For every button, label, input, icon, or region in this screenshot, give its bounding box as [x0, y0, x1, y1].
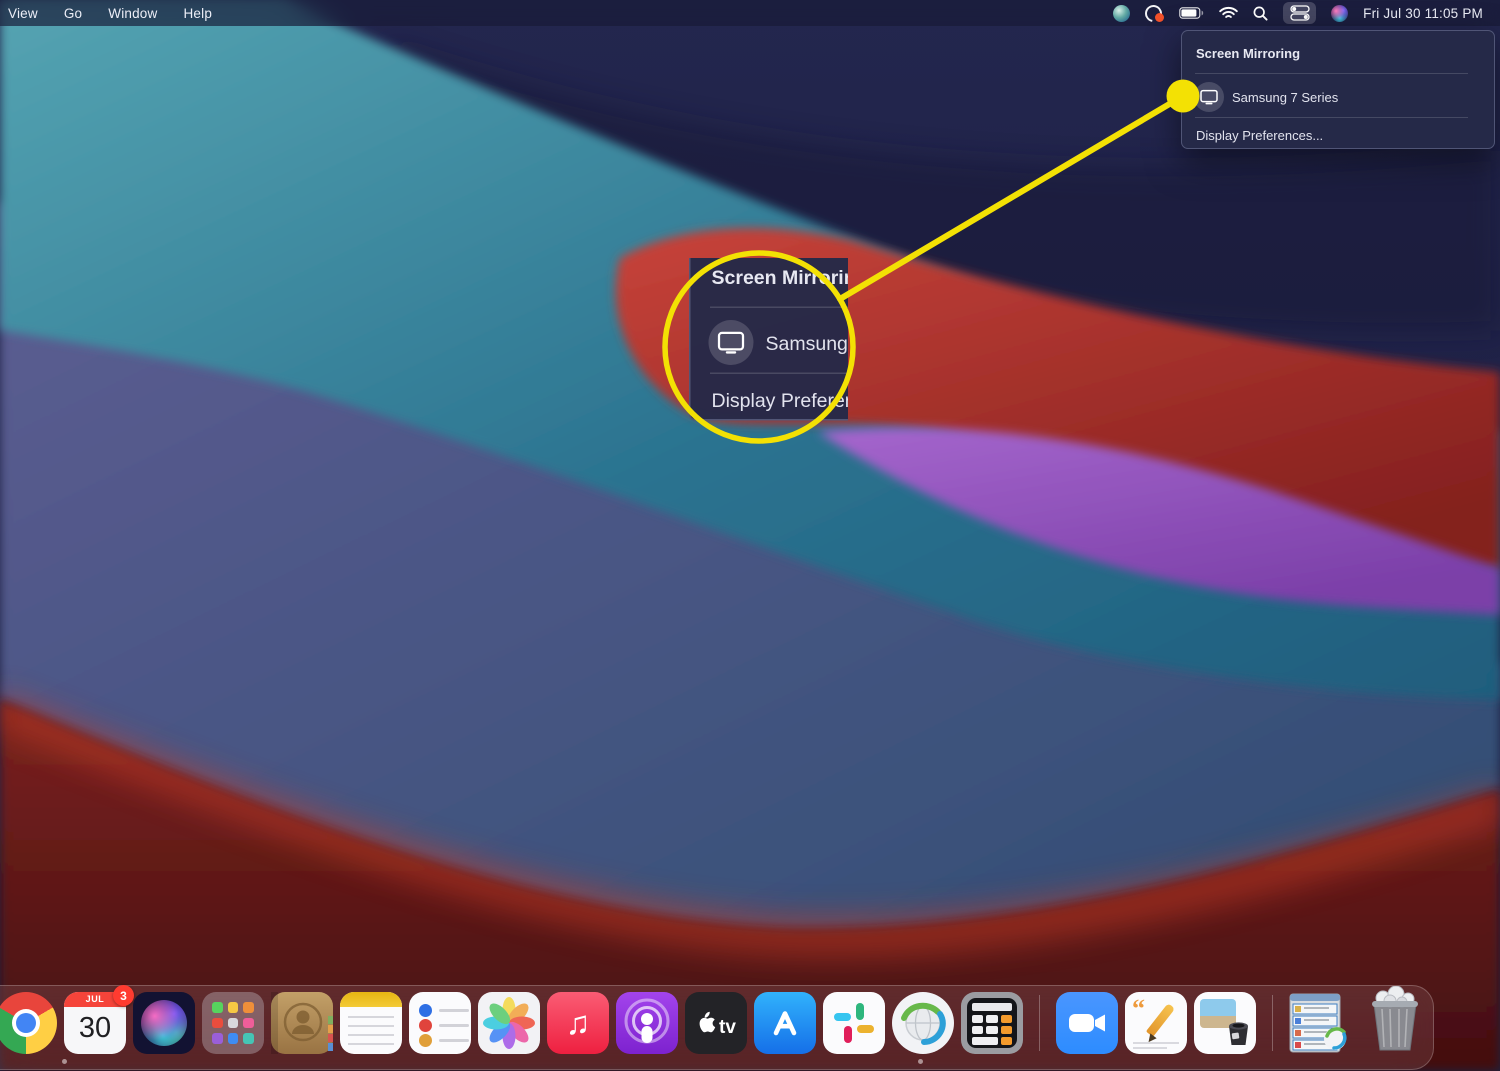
dock-separator — [1039, 995, 1040, 1051]
pages-quote-glyph: “ — [1132, 994, 1145, 1023]
wallpaper — [0, 0, 1500, 1071]
calendar-day: 30 — [78, 1012, 112, 1044]
anyconnect-globe-glyph — [901, 1002, 946, 1045]
siri-orb — [141, 1000, 187, 1046]
trash-full-glyph — [1372, 985, 1418, 1051]
chrome-blue-center — [16, 1013, 36, 1033]
dock-icon-podcasts[interactable] — [616, 992, 678, 1054]
menu-divider — [1195, 73, 1468, 74]
screen-mirroring-title: Screen Mirroring — [711, 265, 849, 289]
screen-mirroring-title: Screen Mirroring — [1196, 46, 1301, 61]
slack-glyph — [834, 1003, 874, 1043]
launchpad-grid — [212, 1002, 254, 1044]
dock-icon-notes[interactable] — [340, 992, 402, 1054]
dock-icon-calendar[interactable]: JUL 30 3 — [64, 985, 134, 1054]
callout-magnified-view: Screen Mirroring Samsung 7 Series Displa… — [689, 258, 848, 421]
menu-bar-menus: View Go Window Help — [0, 6, 225, 21]
contacts-tab — [328, 1016, 333, 1024]
screen-mirroring-menu: Screen Mirroring Samsung 7 Series Displa… — [1181, 30, 1495, 149]
dock-icon-anyconnect[interactable] — [892, 992, 954, 1054]
contacts-person-glyph — [271, 992, 323, 1054]
creative-cloud-icon[interactable] — [1141, 1, 1166, 25]
menu-help[interactable]: Help — [170, 6, 225, 21]
contacts-tab — [328, 1043, 333, 1051]
zoom-camera-glyph — [1069, 1014, 1105, 1032]
apple-tv-glyph: tv — [699, 1011, 736, 1038]
dock-icon-trash[interactable] — [1364, 985, 1426, 1054]
dock-icon-pages[interactable]: “ — [1125, 992, 1187, 1054]
display-icon — [1194, 82, 1224, 112]
running-indicator-chrome — [62, 1059, 67, 1064]
dock-icon-music[interactable]: ♫ — [547, 992, 609, 1054]
device-label: Samsung 7 Series — [765, 330, 849, 354]
menu-divider — [710, 372, 848, 374]
search-icon[interactable] — [1253, 2, 1268, 24]
screen-mirroring-menu-magnified: Screen Mirroring Samsung 7 Series Displa… — [689, 258, 848, 420]
dock-icon-launchpad[interactable] — [202, 992, 264, 1054]
dock-icon-reminders[interactable] — [409, 992, 471, 1054]
contacts-tab — [328, 1025, 333, 1033]
desktop: View Go Window Help Fri Jul 30 11:05 PM … — [0, 0, 1500, 1071]
app-store-glyph — [773, 1011, 797, 1036]
dock-icon-minimized-window[interactable] — [1289, 992, 1347, 1054]
preview-loupe-glyph — [1229, 1022, 1248, 1045]
pages-pen — [1145, 1003, 1176, 1037]
dock: JUL 30 3 ♫ tv “ — [0, 985, 1426, 1054]
dock-icon-chrome[interactable] — [0, 992, 57, 1054]
dock-icon-zoom[interactable] — [1056, 992, 1118, 1054]
dock-icon-apple-tv[interactable]: tv — [685, 992, 747, 1054]
menu-divider — [1195, 117, 1468, 118]
minimized-window-thumbnail — [1289, 993, 1347, 1053]
contacts-tab — [328, 1034, 333, 1042]
calendar-badge: 3 — [113, 985, 134, 1006]
running-indicator-anyconnect — [918, 1059, 923, 1064]
menu-bar-status: Fri Jul 30 11:05 PM — [1113, 1, 1500, 25]
menu-view[interactable]: View — [0, 6, 51, 21]
calculator-body — [967, 998, 1017, 1048]
dock-icon-app-store[interactable] — [754, 992, 816, 1054]
photos-flower-glyph — [483, 997, 535, 1049]
dock-icon-contacts[interactable] — [271, 992, 333, 1054]
dock-icon-photos[interactable] — [478, 992, 540, 1054]
dock-separator — [1272, 995, 1273, 1051]
apple-tv-label: tv — [719, 1017, 736, 1038]
battery-icon[interactable] — [1179, 2, 1204, 24]
menu-divider — [710, 306, 848, 308]
menu-bar: View Go Window Help Fri Jul 30 11:05 PM — [0, 0, 1500, 26]
menu-window[interactable]: Window — [95, 6, 170, 21]
display-icon — [708, 319, 754, 365]
menu-item-samsung-7-series: Samsung 7 Series — [708, 319, 849, 365]
dock-icon-preview[interactable] — [1194, 992, 1256, 1054]
globe-icon[interactable] — [1113, 2, 1131, 24]
control-center-icon[interactable] — [1283, 2, 1317, 24]
podcasts-glyph — [624, 998, 670, 1044]
dock-icon-siri[interactable] — [133, 992, 195, 1054]
notes-header — [340, 992, 402, 1007]
menu-go[interactable]: Go — [51, 6, 95, 21]
wifi-icon[interactable] — [1219, 2, 1238, 24]
siri-icon[interactable] — [1331, 2, 1349, 24]
device-label: Samsung 7 Series — [1232, 89, 1339, 105]
music-note-glyph: ♫ — [565, 1004, 591, 1041]
menu-item-samsung-7-series[interactable]: Samsung 7 Series — [1194, 82, 1338, 112]
menu-item-display-preferences[interactable]: Display Preferences... — [1196, 128, 1323, 143]
dock-icon-slack[interactable] — [823, 992, 885, 1054]
menu-bar-clock[interactable]: Fri Jul 30 11:05 PM — [1363, 6, 1483, 21]
dock-icon-calculator[interactable] — [961, 992, 1023, 1054]
menu-item-display-preferences: Display Preferences... — [711, 388, 849, 412]
